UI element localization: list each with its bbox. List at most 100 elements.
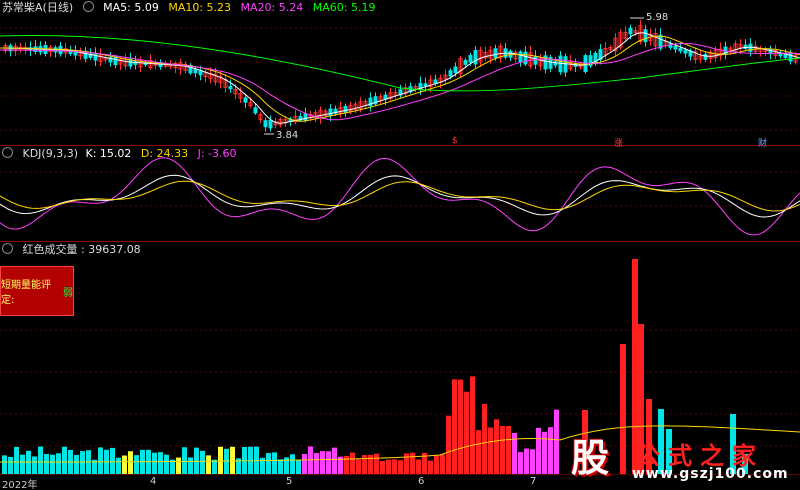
volume-bar [362, 455, 367, 474]
candle-body [558, 55, 563, 73]
volume-bar [20, 454, 25, 474]
volume-bar [476, 430, 481, 474]
event-marker-dollar[interactable]: $ [452, 136, 458, 146]
event-marker-finance[interactable]: 财 [758, 136, 767, 149]
high-price-label: 5.98 [646, 12, 669, 23]
candle-body [703, 53, 708, 60]
kdj-d-line [0, 180, 800, 212]
volume-bar [548, 427, 553, 474]
volume-bar [296, 459, 301, 474]
volume-bar [542, 431, 547, 474]
volume-bar [134, 455, 139, 474]
stock-chart-window: 苏常柴A(日线) MA5: 5.09 MA10: 5.23 MA20: 5.24… [0, 0, 800, 490]
candle-body [673, 45, 678, 50]
volume-bar [368, 454, 373, 474]
event-marker-rise[interactable]: 涨 [614, 136, 623, 149]
volume-bar [2, 455, 7, 474]
volume-bar [206, 455, 211, 474]
volume-bar [506, 425, 511, 474]
volume-bar [188, 457, 193, 474]
volume-bar [314, 453, 319, 474]
candle-body [678, 47, 683, 52]
chart-canvas[interactable] [0, 0, 800, 490]
volume-bar [494, 419, 499, 474]
volume-bar [290, 454, 295, 474]
volume-bar [392, 459, 397, 474]
candle-body [533, 56, 538, 65]
volume-bar [398, 460, 403, 474]
volume-bar [38, 446, 43, 474]
volume-bar [74, 454, 79, 474]
volume-bar [122, 455, 127, 474]
candle-body [643, 29, 648, 43]
volume-bar [110, 447, 115, 474]
candle-body [473, 49, 478, 65]
candle-body [523, 51, 528, 65]
ma-line [0, 32, 800, 124]
volume-bar [488, 427, 493, 474]
volume-bar [554, 409, 559, 474]
volume-bar [320, 451, 325, 474]
volume-bar [266, 453, 271, 474]
volume-bar [218, 446, 223, 474]
volume-bar [98, 447, 103, 474]
volume-bar [182, 447, 187, 474]
candle-body [268, 119, 273, 129]
candle-body [493, 48, 498, 59]
volume-bar [14, 446, 19, 474]
volume-bar [470, 376, 475, 474]
volume-bar [8, 456, 13, 474]
volume-bar [272, 452, 277, 474]
candle-body [263, 120, 268, 128]
volume-bar [452, 379, 457, 474]
volume-bar [128, 451, 133, 474]
candle-body [683, 49, 688, 54]
volume-bar [458, 379, 463, 474]
candle-body [423, 83, 428, 87]
low-price-label: 3.84 [276, 130, 299, 141]
candle-body [628, 27, 633, 35]
candle-body [113, 56, 118, 66]
volume-bar [302, 454, 307, 474]
x-axis-label: 2022年 [2, 480, 38, 490]
volume-bar [524, 448, 529, 474]
volume-bar [164, 454, 169, 474]
volume-bar [230, 446, 235, 474]
volume-bar [374, 453, 379, 474]
volume-bar [50, 454, 55, 474]
volume-bar [158, 452, 163, 474]
volume-bar [440, 454, 445, 474]
candle-body [93, 53, 98, 61]
kdj-j-line [0, 157, 800, 236]
volume-bar [380, 460, 385, 474]
candle-body [453, 66, 458, 74]
volume-bar [332, 447, 337, 474]
volume-bar [44, 453, 49, 474]
candle-body [253, 107, 258, 114]
candle-body [243, 97, 248, 103]
x-axis-label: 5 [286, 476, 293, 487]
volume-bar [356, 459, 361, 474]
volume-bar [62, 446, 67, 474]
volume-bar [518, 452, 523, 474]
volume-bar [326, 451, 331, 474]
logo-icon: 股 [570, 435, 609, 480]
volume-bar [386, 459, 391, 474]
candle-body [468, 54, 473, 63]
volume-bar [80, 451, 85, 474]
volume-bar [446, 415, 451, 474]
volume-bar [176, 457, 181, 474]
volume-bar [428, 460, 433, 474]
volume-bar [434, 455, 439, 474]
volume-bar [200, 450, 205, 474]
candle-body [328, 108, 333, 116]
candle-body [518, 51, 523, 63]
ma-line [0, 43, 800, 121]
logo-url: www.gszj100.com [632, 466, 789, 482]
candle-body [463, 59, 468, 65]
volume-bar [350, 452, 355, 474]
candle-body [303, 113, 308, 121]
volume-bar [464, 391, 469, 474]
candle-body [563, 56, 568, 73]
volume-bar [32, 456, 37, 474]
